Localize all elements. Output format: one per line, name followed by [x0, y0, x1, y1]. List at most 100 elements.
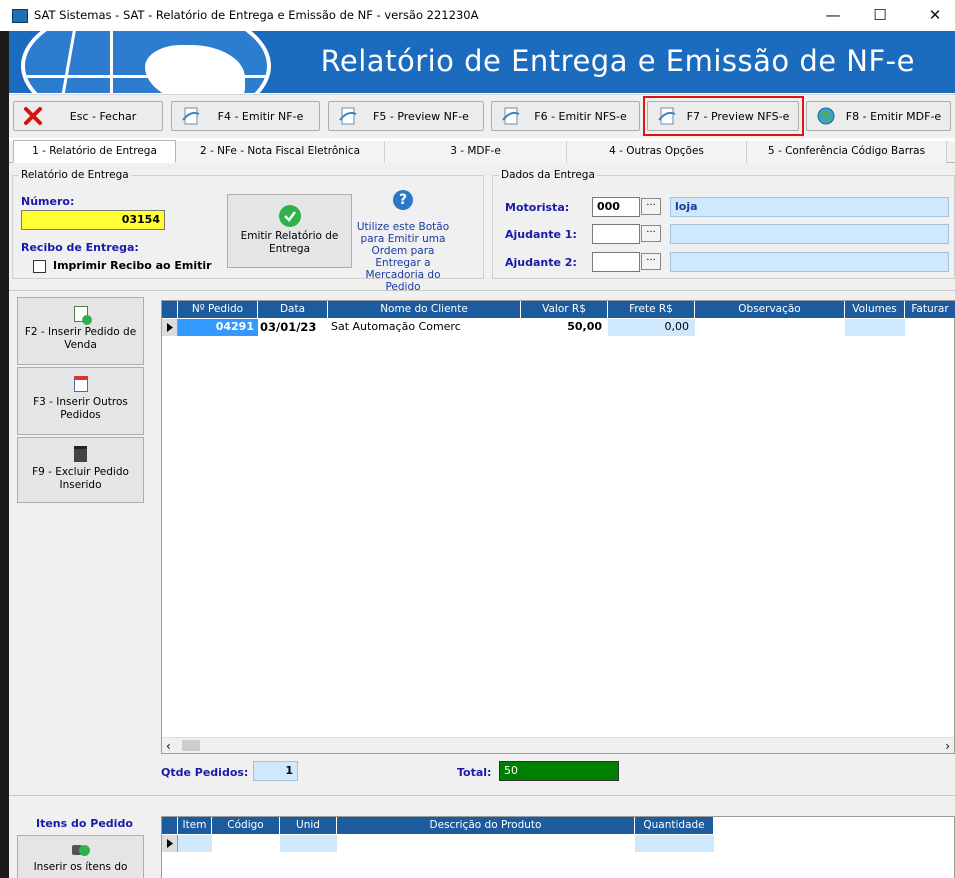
col-header-faturar[interactable]: Faturar	[905, 301, 955, 318]
motorista-code-field[interactable]: 000	[592, 197, 640, 217]
tab-outras-opcoes[interactable]: 4 - Outras Opções	[567, 141, 747, 163]
f3-label: F3 - Inserir Outros Pedidos	[33, 396, 128, 421]
itens-cell-unid[interactable]	[280, 835, 337, 852]
ajudante2-name-field[interactable]	[670, 252, 949, 272]
f6-label: F6 - Emitir NFS-e	[534, 109, 627, 123]
cell-observacao[interactable]	[695, 319, 845, 336]
f4-emitir-nfe-button[interactable]: F4 - Emitir NF-e	[171, 101, 320, 131]
pedidos-grid[interactable]: Nº Pedido Data Nome do Cliente Valor R$ …	[161, 300, 955, 754]
col-header-data[interactable]: Data	[258, 301, 328, 318]
row-indicator-icon	[162, 319, 178, 336]
ajudante1-lookup-button[interactable]: ···	[641, 225, 661, 242]
qtde-pedidos-label: Qtde Pedidos:	[161, 766, 249, 779]
cell-data[interactable]: 03/01/23	[260, 319, 328, 336]
add-order-icon	[73, 306, 92, 325]
itens-cell-item[interactable]	[178, 835, 212, 852]
ajudante1-label: Ajudante 1:	[505, 228, 577, 241]
emitir-relatorio-button[interactable]: Emitir Relatório de Entrega	[227, 194, 352, 268]
numero-field[interactable]: 03154	[21, 210, 165, 230]
itens-grid[interactable]: Item Código Unid Descrição do Produto Qu…	[161, 816, 955, 878]
col-header-codigo[interactable]: Código	[212, 817, 280, 834]
ajudante2-code-field[interactable]	[592, 252, 640, 272]
col-header-quantidade[interactable]: Quantidade	[635, 817, 714, 834]
window-left-border	[0, 31, 9, 878]
banner: Relatório de Entrega e Emissão de NF-e	[9, 31, 955, 93]
window-title: SAT Sistemas - SAT - Relatório de Entreg…	[34, 8, 479, 22]
col-header-frete[interactable]: Frete R$	[608, 301, 695, 318]
maximize-icon[interactable]: ☐	[863, 4, 897, 26]
motorista-label: Motorista:	[505, 201, 570, 214]
app-icon	[12, 9, 28, 23]
inserir-itens-button[interactable]: Inserir os ítens do	[17, 835, 144, 878]
f5-label: F5 - Preview NF-e	[373, 109, 469, 123]
tab-relatorio-entrega[interactable]: 1 - Relatório de Entrega	[13, 140, 176, 163]
f9-excluir-pedido-button[interactable]: F9 - Excluir Pedido Inserido	[17, 437, 144, 503]
tab-conferencia-codigo-barras[interactable]: 5 - Conferência Código Barras	[747, 141, 947, 163]
f5-preview-nfe-button[interactable]: F5 - Preview NF-e	[328, 101, 484, 131]
cell-frete[interactable]: 0,00	[608, 319, 695, 336]
total-field: 50	[499, 761, 619, 781]
tab-nfe[interactable]: 2 - NFe - Nota Fiscal Eletrônica	[176, 141, 385, 163]
tab-mdfe[interactable]: 3 - MDF-e	[385, 141, 567, 163]
grid-indicator-header	[162, 301, 178, 318]
emitir-relatorio-label: Emitir Relatório de Entrega	[240, 230, 339, 255]
tab-content: Relatório de Entrega Número: 03154 Recib…	[9, 163, 955, 878]
ajudante2-label: Ajudante 2:	[505, 256, 577, 269]
window-title-bar: SAT Sistemas - SAT - Relatório de Entreg…	[0, 0, 955, 31]
cell-valor[interactable]: 50,00	[521, 319, 608, 336]
section-divider	[9, 290, 955, 291]
minimize-icon[interactable]: —	[816, 4, 850, 26]
banner-title: Relatório de Entrega e Emissão de NF-e	[320, 44, 915, 78]
itens-pedido-title: Itens do Pedido	[36, 817, 133, 830]
esc-close-button[interactable]: Esc - Fechar	[13, 101, 163, 131]
imprimir-recibo-label: Imprimir Recibo ao Emitir	[53, 259, 212, 272]
inserir-itens-label: Inserir os ítens do	[33, 861, 128, 873]
tab-strip: 1 - Relatório de Entrega 2 - NFe - Nota …	[9, 140, 955, 163]
col-header-valor[interactable]: Valor R$	[521, 301, 608, 318]
help-icon: ?	[393, 190, 413, 210]
f2-inserir-pedido-button[interactable]: F2 - Inserir Pedido de Venda	[17, 297, 144, 365]
globe-icon	[815, 106, 837, 126]
f3-inserir-outros-button[interactable]: F3 - Inserir Outros Pedidos	[17, 367, 144, 435]
f4-label: F4 - Emitir NF-e	[217, 109, 304, 123]
col-header-observacao[interactable]: Observação	[695, 301, 845, 318]
close-icon[interactable]: ✕	[918, 4, 952, 26]
qtde-pedidos-field: 1	[253, 761, 298, 781]
scrollbar-thumb[interactable]	[182, 740, 200, 751]
col-header-pedido[interactable]: Nº Pedido	[178, 301, 258, 318]
f2-label: F2 - Inserir Pedido de Venda	[24, 326, 137, 351]
toolbar: Esc - Fechar F4 - Emitir NF-e F5 - Previ…	[9, 94, 955, 138]
cell-volumes[interactable]	[845, 319, 905, 336]
total-label: Total:	[457, 766, 492, 779]
ajudante1-name-field[interactable]	[670, 224, 949, 244]
f9-label: F9 - Excluir Pedido Inserido	[32, 466, 129, 491]
ajudante2-lookup-button[interactable]: ···	[641, 253, 661, 270]
f6-emitir-nfse-button[interactable]: F6 - Emitir NFS-e	[491, 101, 640, 131]
scroll-right-icon[interactable]: ›	[945, 739, 950, 753]
col-header-volumes[interactable]: Volumes	[845, 301, 905, 318]
f8-emitir-mdfe-button[interactable]: F8 - Emitir MDF-e	[806, 101, 951, 131]
check-icon	[278, 205, 301, 227]
col-header-unid[interactable]: Unid	[280, 817, 337, 834]
motorista-name-field[interactable]: loja	[670, 197, 949, 217]
col-header-item[interactable]: Item	[178, 817, 212, 834]
cell-cliente[interactable]: Sat Automação Comerc	[328, 319, 521, 336]
itens-row-indicator-icon	[162, 835, 178, 852]
close-x-icon	[22, 106, 44, 126]
cell-pedido[interactable]: 04291	[178, 319, 258, 336]
globe-logo-icon	[21, 31, 271, 93]
itens-cell-quantidade[interactable]	[635, 835, 714, 852]
ajudante1-code-field[interactable]	[592, 224, 640, 244]
document-icon	[180, 106, 202, 126]
scroll-left-icon[interactable]: ‹	[166, 739, 171, 753]
document-icon	[500, 106, 522, 126]
f8-label: F8 - Emitir MDF-e	[845, 109, 942, 123]
help-text: Utilize este Botão para Emitir uma Ordem…	[356, 221, 450, 293]
col-header-cliente[interactable]: Nome do Cliente	[328, 301, 521, 318]
horizontal-scrollbar[interactable]: ‹ ›	[162, 737, 954, 753]
motorista-lookup-button[interactable]: ···	[641, 198, 661, 215]
imprimir-recibo-checkbox[interactable]	[33, 260, 46, 273]
esc-close-label: Esc - Fechar	[69, 109, 137, 123]
col-header-descricao[interactable]: Descrição do Produto	[337, 817, 635, 834]
relatorio-entrega-legend: Relatório de Entrega	[21, 169, 129, 181]
